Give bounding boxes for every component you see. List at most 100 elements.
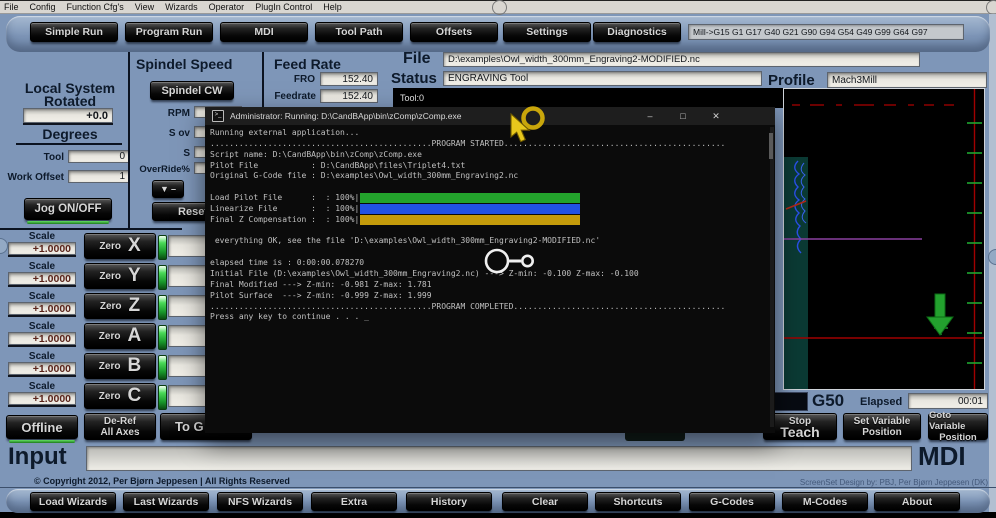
console-title-bar[interactable]: >_ Administrator: Running: D:\CandBApp\b… xyxy=(205,107,775,125)
set-variable-position-button[interactable]: Set Variable Position xyxy=(843,413,921,440)
menu-function-cfgs[interactable]: Function Cfg's xyxy=(67,2,124,12)
menu-wizards[interactable]: Wizards xyxy=(165,2,198,12)
screen-notch xyxy=(0,238,8,254)
extra-button[interactable]: Extra xyxy=(311,492,397,511)
tab-settings[interactable]: Settings xyxy=(503,22,591,42)
tab-mdi[interactable]: MDI xyxy=(220,22,308,42)
axis-led-y xyxy=(158,265,167,290)
rotation-dro[interactable]: +0.0 xyxy=(23,108,113,123)
fro-dro[interactable]: 152.40 xyxy=(320,72,378,86)
clear-button[interactable]: Clear xyxy=(502,492,588,511)
tab-simple-run[interactable]: Simple Run xyxy=(30,22,118,42)
nfs-wizards-button[interactable]: NFS Wizards xyxy=(217,492,303,511)
menu-view[interactable]: View xyxy=(135,2,154,12)
feedrate-label: Feedrate xyxy=(270,91,316,102)
deref-all-axes-button[interactable]: De-Ref All Axes xyxy=(84,413,156,440)
feedrate-dro[interactable]: 152.40 xyxy=(320,89,378,103)
history-button[interactable]: History xyxy=(406,492,492,511)
load-wizards-button[interactable]: Load Wizards xyxy=(30,492,116,511)
console-title: Administrator: Running: D:\CandBApp\bin\… xyxy=(230,111,462,121)
toolpath-display[interactable] xyxy=(783,88,985,390)
axis-letter: A xyxy=(127,325,141,347)
scale-dro-y[interactable]: +1.0000 xyxy=(8,272,76,285)
scale-label-y: Scale xyxy=(8,261,76,272)
feed-rate-title: Feed Rate xyxy=(274,56,341,72)
elapsed-dro: 00:01 xyxy=(908,393,988,409)
console-output: Running external application... ........… xyxy=(210,128,725,323)
menu-plugin-control[interactable]: PlugIn Control xyxy=(255,2,312,12)
minimize-button[interactable]: – xyxy=(637,107,663,125)
spindle-cw-button[interactable]: Spindel CW xyxy=(150,81,234,100)
progress-bar-linearize xyxy=(360,204,580,214)
tab-offsets[interactable]: Offsets xyxy=(410,22,498,42)
zero-label: Zero xyxy=(100,301,122,312)
console-body[interactable]: Running external application... ........… xyxy=(205,125,775,433)
maximize-button[interactable]: □ xyxy=(670,107,696,125)
status-field: ENGRAVING Tool xyxy=(443,71,762,86)
gcode-dro xyxy=(774,392,808,411)
menu-config[interactable]: Config xyxy=(30,2,56,12)
zero-z-button[interactable]: Zero Z xyxy=(84,293,156,319)
jog-onoff-button[interactable]: Jog ON/OFF xyxy=(24,198,112,220)
scale-dro-b[interactable]: +1.0000 xyxy=(8,362,76,375)
stop-teach-line2: Teach xyxy=(780,427,819,438)
work-offset-dro[interactable]: 1 xyxy=(68,170,130,183)
axis-led-z xyxy=(158,295,167,320)
last-wizards-button[interactable]: Last Wizards xyxy=(123,492,209,511)
tab-program-run[interactable]: Program Run xyxy=(125,22,213,42)
g50-label: G50 xyxy=(812,391,844,411)
zero-y-button[interactable]: Zero Y xyxy=(84,263,156,289)
console-scrollbar[interactable] xyxy=(770,127,774,427)
dash-icon: – xyxy=(171,184,176,194)
close-button[interactable]: ✕ xyxy=(703,107,729,125)
tab-diagnostics[interactable]: Diagnostics xyxy=(593,22,681,42)
scale-dro-c[interactable]: +1.0000 xyxy=(8,392,76,405)
about-button[interactable]: About xyxy=(874,492,960,511)
progress-bar-z-compensation xyxy=(360,215,580,225)
zero-x-button[interactable]: Zero X xyxy=(84,233,156,259)
screenset-credit: ScreenSet Design by: PBJ, Per Bjørn Jepp… xyxy=(700,478,988,487)
rpm-label: RPM xyxy=(148,108,190,119)
progress-bar-load-pilot xyxy=(360,193,580,203)
file-field[interactable]: D:\examples\Owl_width_300mm_Engraving2-M… xyxy=(443,52,920,67)
menu-operator[interactable]: Operator xyxy=(209,2,245,12)
m-codes-button[interactable]: M-Codes xyxy=(782,492,868,511)
offline-button[interactable]: Offline xyxy=(6,415,78,439)
input-field[interactable] xyxy=(86,446,912,471)
local-system-title2: Rotated xyxy=(14,93,126,109)
goto-variable-position-button[interactable]: Goto Variable Position xyxy=(928,413,988,440)
tool-label: Tool xyxy=(20,152,64,163)
goto-var-line1: Goto Variable xyxy=(929,410,987,432)
scale-label-b: Scale xyxy=(8,351,76,362)
spindle-down-button[interactable]: ▼– xyxy=(152,180,184,198)
zero-label: Zero xyxy=(99,271,121,282)
g-codes-button[interactable]: G-Codes xyxy=(689,492,775,511)
tab-tool-path[interactable]: Tool Path xyxy=(315,22,403,42)
input-label: Input xyxy=(8,443,67,471)
menu-help[interactable]: Help xyxy=(323,2,342,12)
scale-dro-x[interactable]: +1.0000 xyxy=(8,242,76,255)
scale-dro-a[interactable]: +1.0000 xyxy=(8,332,76,345)
zero-b-button[interactable]: Zero B xyxy=(84,353,156,379)
scale-dro-z[interactable]: +1.0000 xyxy=(8,302,76,315)
gcode-modes-field: Mill->G15 G1 G17 G40 G21 G90 G94 G54 G49… xyxy=(688,24,964,40)
down-arrow-icon: ▼ xyxy=(160,184,169,194)
mdi-label: MDI xyxy=(918,441,966,472)
jog-led xyxy=(27,221,109,224)
offline-led xyxy=(9,440,75,443)
axis-led-x xyxy=(158,235,167,260)
shortcuts-button[interactable]: Shortcuts xyxy=(595,492,681,511)
zero-a-button[interactable]: Zero A xyxy=(84,323,156,349)
scale-label-x: Scale xyxy=(8,231,76,242)
zero-label: Zero xyxy=(99,361,121,372)
zero-c-button[interactable]: Zero C xyxy=(84,383,156,409)
tool-dro[interactable]: 0 xyxy=(68,150,130,163)
profile-field: Mach3Mill xyxy=(827,72,987,88)
zero-label: Zero xyxy=(99,391,121,402)
status-label: Status xyxy=(391,70,437,87)
s-label: S xyxy=(148,148,190,159)
axis-letter: X xyxy=(128,235,141,257)
annotation-circle-large-icon xyxy=(486,250,508,272)
menu-file[interactable]: File xyxy=(4,2,19,12)
zero-label: Zero xyxy=(99,331,121,342)
